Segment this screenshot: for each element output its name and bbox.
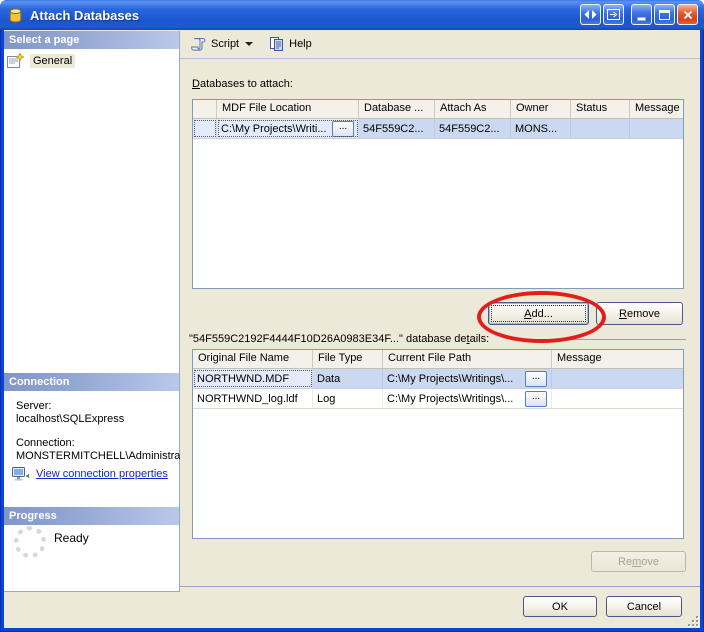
col-header-selector[interactable] — [193, 100, 217, 118]
progress-header: Progress — [4, 507, 179, 525]
browse-button[interactable]: ... — [525, 391, 547, 407]
chevron-down-icon — [245, 42, 253, 46]
dock-arrows-button[interactable] — [580, 4, 601, 25]
ok-button[interactable]: OK — [523, 596, 597, 617]
cell-current-file-path[interactable]: C:\My Projects\Writings\... ... — [383, 369, 552, 388]
footer-divider — [180, 586, 700, 587]
col-header-message[interactable]: Message — [552, 350, 683, 368]
progress-status: Ready — [54, 531, 89, 545]
help-button[interactable]: Help — [266, 35, 315, 54]
script-label: Script — [211, 38, 239, 50]
remove-details-button[interactable]: Remove — [591, 551, 686, 572]
dock-arrows-icon — [584, 10, 597, 19]
attach-databases-table: MDF File Location Database ... Attach As… — [192, 99, 684, 289]
connection-value: MONSTERMITCHELL\Administra — [16, 450, 180, 462]
page-properties-icon — [7, 53, 25, 69]
cell-status[interactable] — [571, 119, 630, 138]
cell-message[interactable] — [552, 369, 683, 388]
select-a-page-header: Select a page — [4, 31, 179, 49]
link-label: View connection properties — [36, 468, 168, 480]
script-button[interactable]: Script — [187, 35, 256, 54]
sidebar-item-general[interactable]: General — [7, 53, 75, 69]
details-table-header-row: Original File Name File Type Current Fil… — [193, 350, 683, 369]
dialog-content: Select a page General Connection Server:… — [4, 30, 700, 628]
col-header-database[interactable]: Database ... — [359, 100, 435, 118]
table-row[interactable]: C:\My Projects\Writi... ... 54F559C2... … — [193, 119, 683, 139]
cell-original-file-name[interactable]: NORTHWND.MDF — [193, 369, 313, 388]
computer-icon — [12, 466, 30, 482]
table-row[interactable]: NORTHWND.MDF Data C:\My Projects\Writing… — [193, 369, 683, 389]
connection-label: Connection: — [16, 437, 75, 449]
attach-table-header-row: MDF File Location Database ... Attach As… — [193, 100, 683, 119]
col-header-current-file-path[interactable]: Current File Path — [383, 350, 552, 368]
col-header-original-file-name[interactable]: Original File Name — [193, 350, 313, 368]
col-header-mdf-file-location[interactable]: MDF File Location — [217, 100, 359, 118]
connection-header: Connection — [4, 373, 179, 391]
col-header-status[interactable]: Status — [571, 100, 630, 118]
cell-file-type[interactable]: Log — [313, 389, 383, 408]
spinner-icon — [14, 526, 46, 558]
cancel-button[interactable]: Cancel — [606, 596, 682, 617]
cell-attach-as[interactable]: 54F559C2... — [435, 119, 511, 138]
cell-message[interactable] — [552, 389, 683, 408]
minimize-button[interactable] — [631, 4, 652, 25]
details-separator-line — [516, 339, 686, 340]
row-selector-cell[interactable] — [193, 119, 217, 138]
undock-icon — [607, 9, 620, 20]
browse-button[interactable]: ... — [332, 121, 354, 137]
col-header-owner[interactable]: Owner — [511, 100, 571, 118]
col-header-attach-as[interactable]: Attach As — [435, 100, 511, 118]
close-button[interactable] — [677, 4, 698, 25]
cell-message[interactable] — [630, 119, 683, 138]
database-details-label: "54F559C2192F4444F10D26A0983E34F..." dat… — [189, 333, 489, 345]
browse-button[interactable]: ... — [525, 371, 547, 387]
main-panel: Script Help Databases to atta — [180, 30, 700, 628]
remove-button[interactable]: Remove — [596, 302, 683, 325]
table-row[interactable]: NORTHWND_log.ldf Log C:\My Projects\Writ… — [193, 389, 683, 409]
toolbar: Script Help — [180, 30, 700, 59]
maximize-button[interactable] — [654, 4, 675, 25]
close-icon — [683, 10, 693, 20]
minimize-icon — [637, 17, 646, 21]
server-label: Server: — [16, 400, 51, 412]
window-title: Attach Databases — [30, 8, 139, 23]
mdf-path-text: C:\My Projects\Writi... — [221, 123, 327, 135]
database-details-table: Original File Name File Type Current Fil… — [192, 349, 684, 539]
view-connection-properties-link[interactable]: View connection properties — [12, 466, 168, 482]
file-path-text: C:\My Projects\Writings\... — [387, 393, 513, 405]
resize-grip-icon[interactable] — [684, 612, 698, 626]
cell-database[interactable]: 54F559C2... — [359, 119, 435, 138]
cell-current-file-path[interactable]: C:\My Projects\Writings\... ... — [383, 389, 552, 408]
cell-mdf-file-location[interactable]: C:\My Projects\Writi... ... — [217, 119, 359, 138]
maximize-icon — [659, 10, 670, 20]
help-pages-icon — [269, 37, 285, 52]
sidebar: Select a page General Connection Server:… — [4, 31, 180, 592]
database-icon — [7, 7, 24, 24]
sidebar-item-label: General — [30, 54, 75, 68]
undock-button[interactable] — [603, 4, 624, 25]
server-value: localhost\SQLExpress — [16, 413, 124, 425]
add-button[interactable]: Add... — [488, 302, 589, 325]
col-header-file-type[interactable]: File Type — [313, 350, 383, 368]
cell-original-file-name[interactable]: NORTHWND_log.ldf — [193, 389, 313, 408]
scroll-icon — [190, 37, 207, 52]
col-header-message[interactable]: Message — [630, 100, 683, 118]
cell-file-type[interactable]: Data — [313, 369, 383, 388]
file-path-text: C:\My Projects\Writings\... — [387, 373, 513, 385]
help-label: Help — [289, 38, 312, 50]
databases-to-attach-label: Databases to attach: — [192, 78, 293, 90]
titlebar[interactable]: Attach Databases — [0, 0, 704, 30]
attach-databases-dialog: Attach Databases — [0, 0, 704, 632]
window-controls — [580, 4, 698, 25]
cell-owner[interactable]: MONS... — [511, 119, 571, 138]
